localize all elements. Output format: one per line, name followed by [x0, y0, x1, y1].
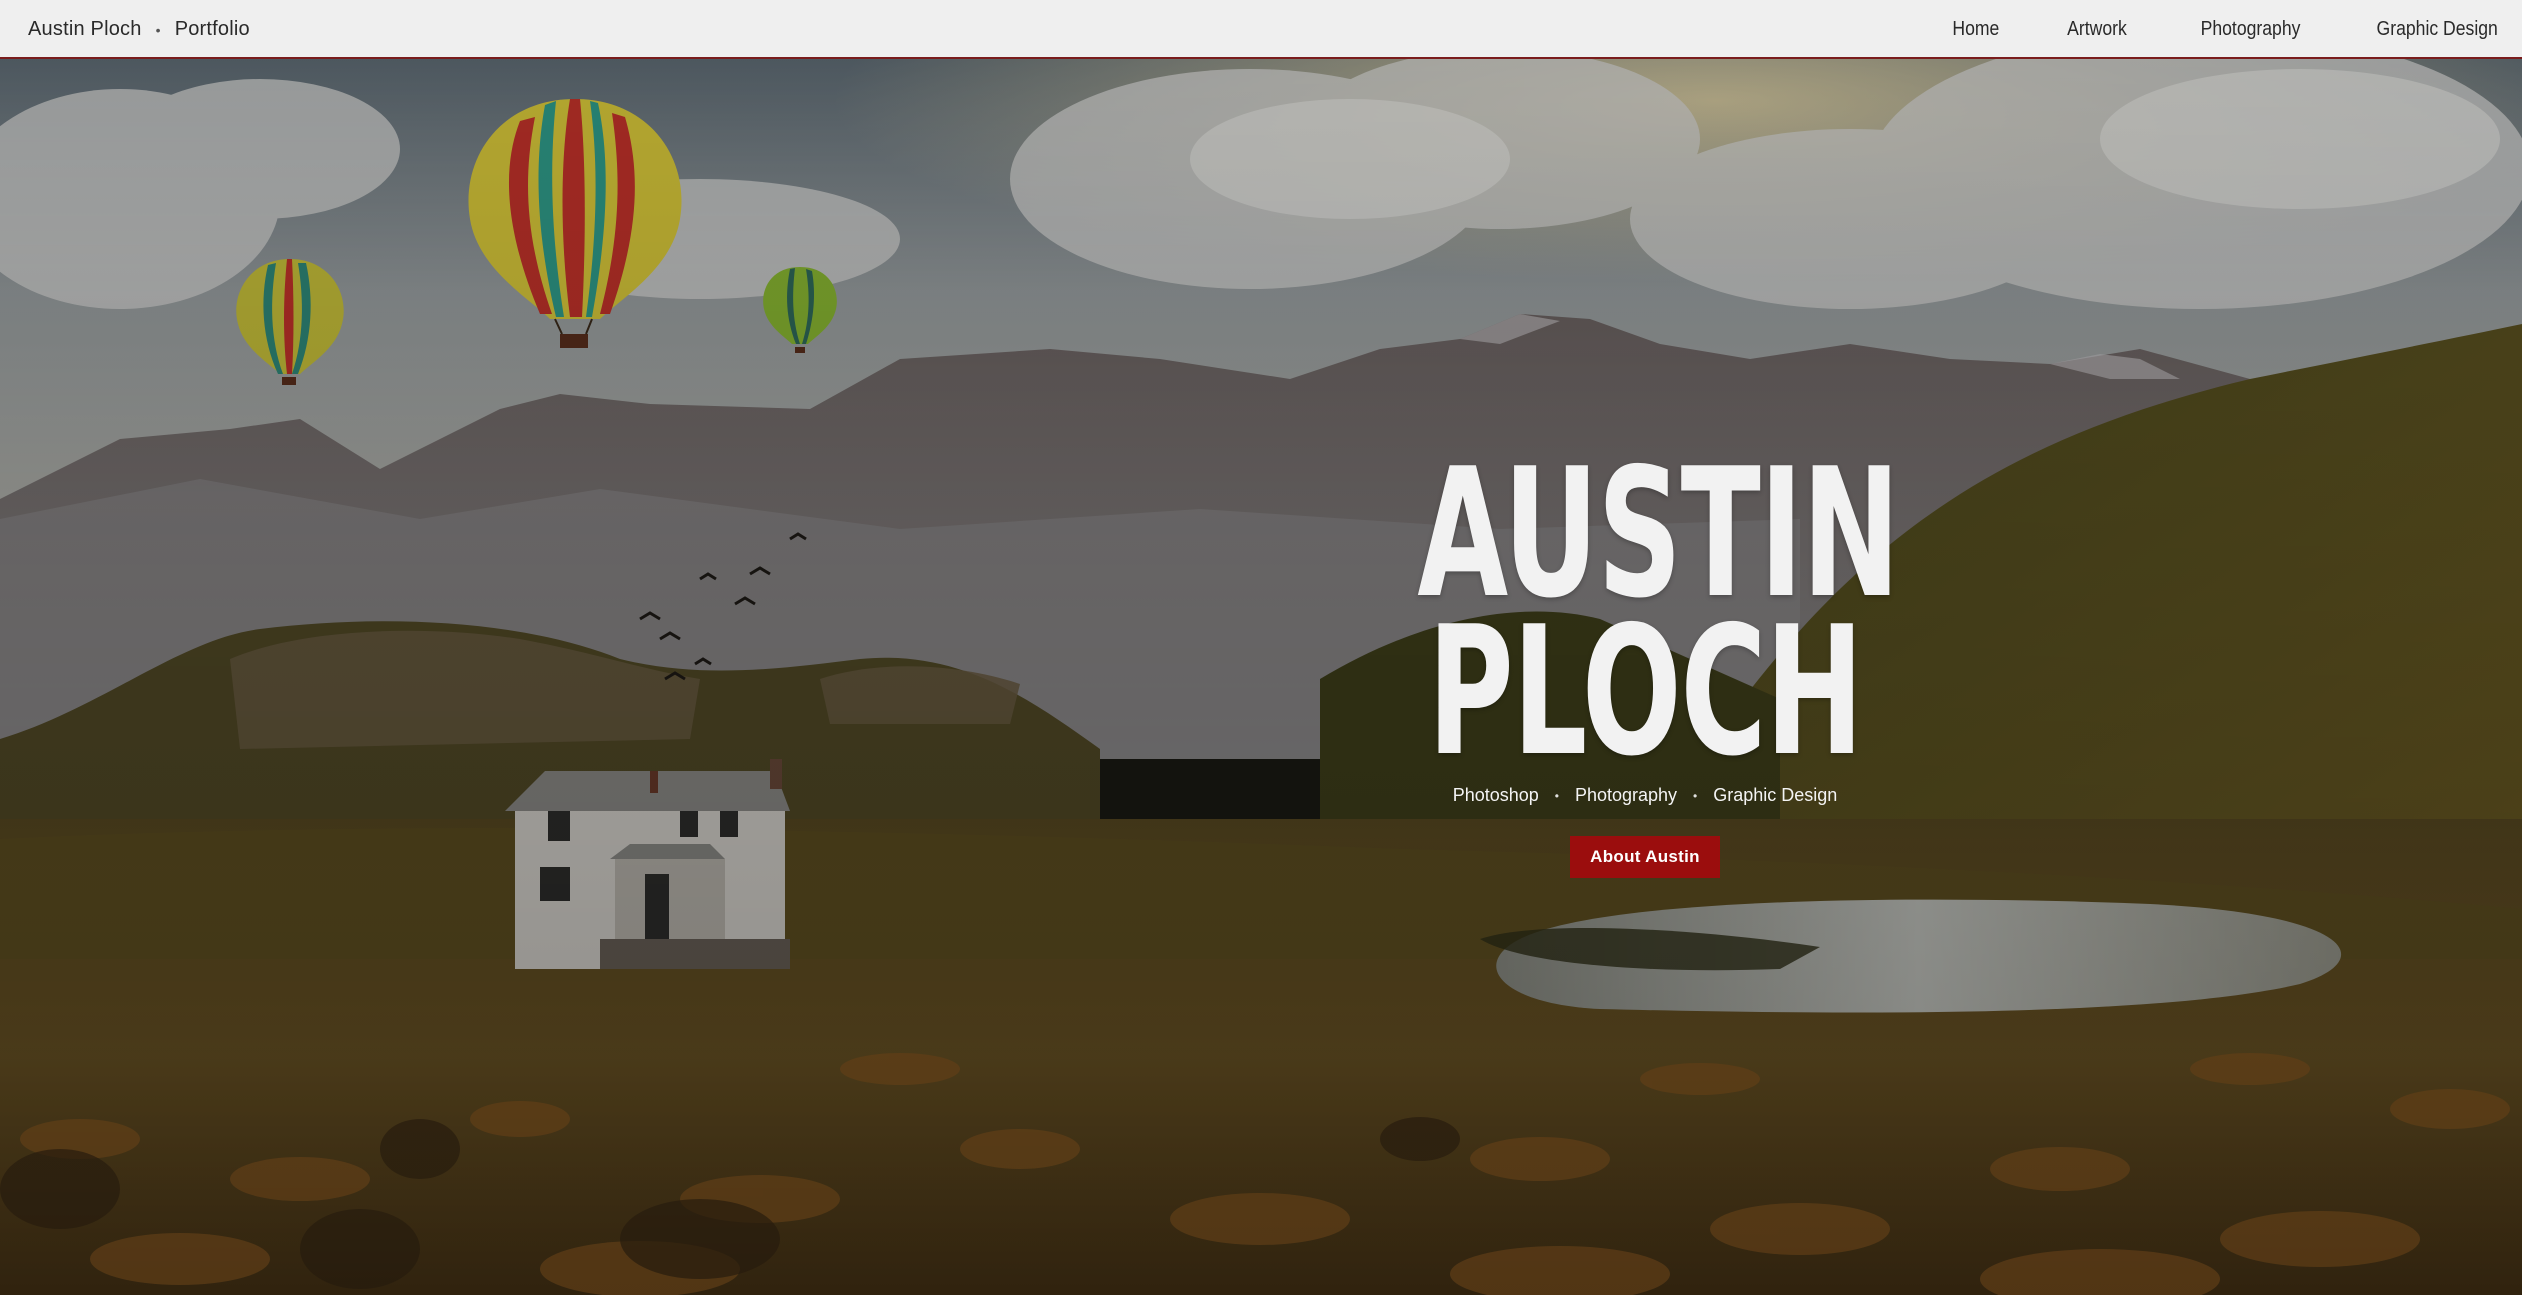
- hero-section: AUSTIN PLOCH Photoshop • Photography • G…: [1300, 445, 1990, 878]
- page: Austin Ploch • Portfolio Home Artwork Ph…: [0, 0, 2522, 1295]
- main-nav: Home Artwork Photography Graphic Design: [1946, 0, 2522, 59]
- about-austin-button[interactable]: About Austin: [1570, 836, 1720, 878]
- nav-photography[interactable]: Photography: [2200, 18, 2300, 41]
- hero-title-line2: PLOCH: [1427, 588, 1864, 795]
- top-navigation-bar: Austin Ploch • Portfolio Home Artwork Ph…: [0, 0, 2522, 59]
- tag-separator: •: [1693, 788, 1698, 803]
- brand-section[interactable]: Portfolio: [175, 18, 250, 41]
- site-brand[interactable]: Austin Ploch • Portfolio: [28, 0, 250, 59]
- nav-graphic-design[interactable]: Graphic Design: [2377, 18, 2498, 41]
- brand-separator: •: [155, 21, 161, 38]
- hero-background-image: [0, 59, 2522, 1295]
- nav-home[interactable]: Home: [1952, 18, 1999, 41]
- tag-separator: •: [1554, 788, 1559, 803]
- brand-name[interactable]: Austin Ploch: [28, 18, 142, 41]
- hero-title: AUSTIN PLOCH: [1417, 445, 1900, 781]
- nav-artwork[interactable]: Artwork: [2067, 18, 2127, 41]
